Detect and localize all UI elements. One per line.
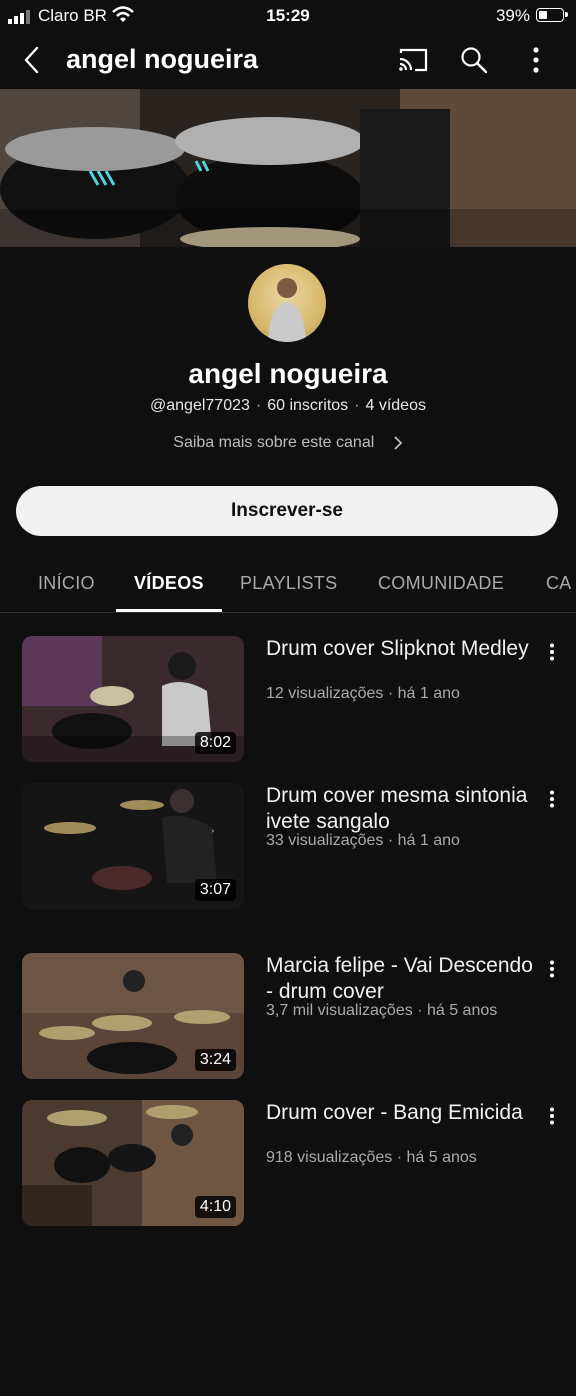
channel-name: angel nogueira xyxy=(188,358,388,389)
video-duration: 4:10 xyxy=(194,1196,236,1218)
back-button[interactable] xyxy=(12,40,52,80)
video-menu-button[interactable] xyxy=(542,1104,562,1128)
subscriber-count: 60 inscritos xyxy=(267,397,349,414)
app-bar-title: angel nogueira xyxy=(66,44,259,74)
video-item[interactable]: 8:02 Drum cover Slipknot Medley 12 visua… xyxy=(0,636,576,766)
battery-fill xyxy=(539,11,547,19)
video-meta: 3,7 mil visualizações · há 5 anos xyxy=(266,1002,498,1019)
video-thumbnail[interactable]: 3:07 xyxy=(22,783,244,909)
video-views: 33 visualizações xyxy=(266,832,384,849)
channel-tabs: INÍCIO VÍDEOS PLAYLISTS COMUNIDADE CA xyxy=(0,556,576,613)
video-meta: 12 visualizações · há 1 ano xyxy=(266,685,460,702)
cast-icon xyxy=(399,48,428,72)
battery-icon xyxy=(536,8,568,22)
video-item[interactable]: 4:10 Drum cover - Bang Emicida 918 visua… xyxy=(0,1100,576,1230)
channel-meta: @angel77023 · 60 inscritos · 4 vídeos xyxy=(0,397,576,415)
about-channel-label: Saiba mais sobre este canal xyxy=(173,434,375,451)
tab-comunidade[interactable]: COMUNIDADE xyxy=(378,573,504,594)
status-time: 15:29 xyxy=(266,6,310,25)
subscribe-button[interactable]: Inscrever-se xyxy=(16,486,558,536)
tab-playlists[interactable]: PLAYLISTS xyxy=(240,573,337,594)
video-item[interactable]: 3:07 Drum cover mesma sintonia ivete san… xyxy=(0,783,576,913)
cast-button[interactable] xyxy=(393,40,433,80)
video-meta: 918 visualizações · há 5 anos xyxy=(266,1149,477,1166)
video-views: 918 visualizações xyxy=(266,1149,393,1166)
video-item[interactable]: 3:24 Marcia felipe - Vai Descendo - drum… xyxy=(0,953,576,1083)
more-vert-icon xyxy=(550,643,554,661)
video-thumbnail[interactable]: 3:24 xyxy=(22,953,244,1079)
tab-videos[interactable]: VÍDEOS xyxy=(134,573,204,594)
tab-canais[interactable]: CA xyxy=(546,573,572,594)
search-button[interactable] xyxy=(454,40,494,80)
video-views: 12 visualizações xyxy=(266,685,384,702)
tab-inicio[interactable]: INÍCIO xyxy=(38,573,95,594)
video-age: há 5 anos xyxy=(426,1002,498,1019)
video-menu-button[interactable] xyxy=(542,640,562,664)
more-vert-icon xyxy=(550,1107,554,1125)
search-icon xyxy=(461,47,488,74)
avatar-image xyxy=(268,278,306,342)
video-age: há 1 ano xyxy=(397,685,460,702)
video-title[interactable]: Drum cover mesma sintonia ivete sangalo xyxy=(266,783,536,835)
app-bar: angel nogueira xyxy=(0,34,576,88)
video-meta: 33 visualizações · há 1 ano xyxy=(266,832,460,849)
video-duration: 3:24 xyxy=(194,1049,236,1071)
separator-dot: · xyxy=(255,397,262,414)
banner-image xyxy=(0,89,576,247)
battery-nub xyxy=(565,12,568,17)
video-thumbnail[interactable]: 8:02 xyxy=(22,636,244,762)
channel-avatar[interactable] xyxy=(248,264,326,342)
video-title[interactable]: Marcia felipe - Vai Descendo - drum cove… xyxy=(266,953,536,1005)
channel-handle: @angel77023 xyxy=(150,397,250,414)
chevron-right-icon xyxy=(394,436,402,450)
separator-dot: · xyxy=(354,397,360,414)
back-icon xyxy=(24,46,39,74)
video-age: há 5 anos xyxy=(406,1149,477,1166)
video-duration: 3:07 xyxy=(194,879,236,901)
video-thumbnail[interactable]: 4:10 xyxy=(22,1100,244,1226)
more-options-button[interactable] xyxy=(516,40,556,80)
battery-percent: 39% xyxy=(495,6,530,25)
video-menu-button[interactable] xyxy=(542,957,562,981)
video-menu-button[interactable] xyxy=(542,787,562,811)
more-vert-icon xyxy=(533,47,539,73)
video-views: 3,7 mil visualizações xyxy=(266,1002,413,1019)
status-bar: Claro BR 15:29 39% xyxy=(0,0,576,30)
more-vert-icon xyxy=(550,960,554,978)
active-tab-indicator xyxy=(116,609,222,612)
video-duration: 8:02 xyxy=(194,732,236,754)
video-title[interactable]: Drum cover - Bang Emicida xyxy=(266,1100,536,1126)
about-channel-link[interactable]: Saiba mais sobre este canal xyxy=(0,434,576,452)
channel-banner xyxy=(0,89,576,247)
video-title[interactable]: Drum cover Slipknot Medley xyxy=(266,636,536,662)
video-age: há 1 ano xyxy=(397,832,460,849)
more-vert-icon xyxy=(550,790,554,808)
video-count: 4 vídeos xyxy=(365,397,426,414)
